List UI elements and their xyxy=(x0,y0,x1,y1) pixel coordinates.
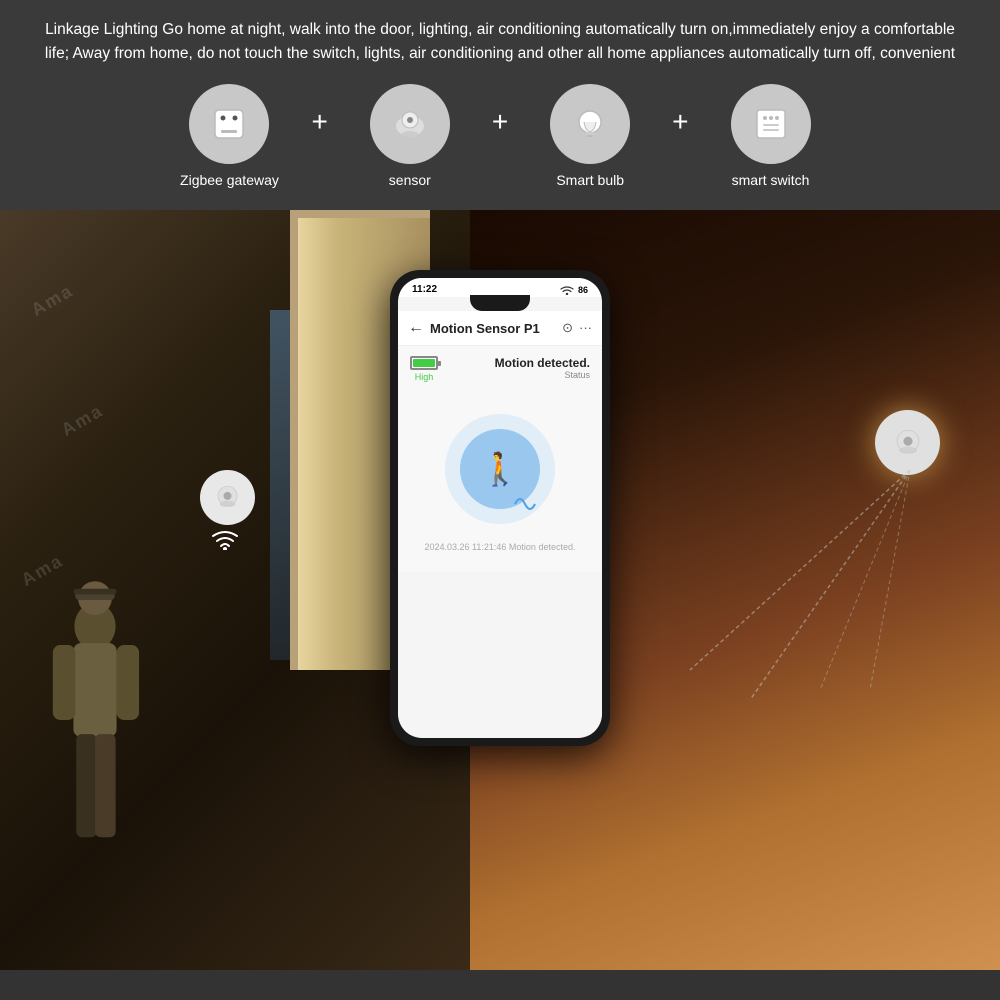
sensor-status-row: High Motion detected. Status xyxy=(410,356,590,382)
zigbee-icon xyxy=(207,102,251,146)
more-icon[interactable]: ··· xyxy=(579,320,592,336)
description-text: Linkage Lighting Go home at night, walk … xyxy=(40,18,960,66)
icons-row: Zigbee gateway + sensor + xyxy=(40,84,960,188)
bottom-section: Ama Ama Ama xyxy=(0,210,1000,970)
plus-3: + xyxy=(672,106,688,138)
phone-time: 11:22 xyxy=(412,284,437,295)
phone-header-icons: ⊙ ··· xyxy=(562,320,592,336)
phone-screen: 11:22 86 ← Motion Sensor P1 xyxy=(398,278,602,738)
bulb-icon-circle xyxy=(550,84,630,164)
battery-tip xyxy=(438,361,441,366)
switch-label: smart switch xyxy=(732,172,810,188)
phone-app-title: Motion Sensor P1 xyxy=(430,321,562,336)
phone-timestamp: 2024.03.26 11:21:46 Motion detected. xyxy=(410,542,590,562)
switch-icon xyxy=(749,102,793,146)
sensor-icon-circle xyxy=(370,84,450,164)
icon-item-switch: smart switch xyxy=(691,84,851,188)
motion-icon-area: 🚶 xyxy=(410,394,590,534)
phone-header: ← Motion Sensor P1 ⊙ ··· xyxy=(398,311,602,346)
battery-fill xyxy=(413,359,435,367)
plus-2: + xyxy=(492,106,508,138)
motion-status: Motion detected. Status xyxy=(495,356,590,380)
person-silhouette xyxy=(30,570,170,890)
settings-icon[interactable]: ⊙ xyxy=(562,320,573,336)
phone-signal: 86 xyxy=(578,285,588,295)
detection-lines xyxy=(670,410,970,710)
battery-bar xyxy=(410,356,438,370)
wifi-signal-icon xyxy=(210,528,240,555)
motion-detected-text: Motion detected. xyxy=(495,356,590,370)
bulb-icon xyxy=(568,102,612,146)
icon-item-zigbee: Zigbee gateway xyxy=(149,84,309,188)
battery-indicator: High xyxy=(410,356,438,382)
plus-1: + xyxy=(311,106,327,138)
switch-icon-circle xyxy=(731,84,811,164)
zigbee-icon-circle xyxy=(189,84,269,164)
sensor-icon xyxy=(388,102,432,146)
icon-item-sensor: sensor xyxy=(330,84,490,188)
wifi-status-icon xyxy=(560,285,574,295)
motion-person-icon: 🚶 xyxy=(480,450,520,488)
bulb-label: Smart bulb xyxy=(556,172,624,188)
zigbee-label: Zigbee gateway xyxy=(180,172,279,188)
floating-sensor xyxy=(200,470,255,525)
phone-content: High Motion detected. Status 🚶 xyxy=(398,346,602,572)
status-sublabel: Status xyxy=(495,370,590,380)
phone-container: 11:22 86 ← Motion Sensor P1 xyxy=(390,270,610,746)
top-section: Linkage Lighting Go home at night, walk … xyxy=(0,0,1000,210)
icon-item-bulb: Smart bulb xyxy=(510,84,670,188)
battery-label: High xyxy=(415,372,434,382)
phone-outer: 11:22 86 ← Motion Sensor P1 xyxy=(390,270,610,746)
back-arrow-icon[interactable]: ← xyxy=(408,319,424,337)
sensor-label: sensor xyxy=(389,172,431,188)
wave-icon xyxy=(510,484,540,514)
watermark-left-2: Ama xyxy=(58,400,107,441)
watermark-left-1: Ama xyxy=(28,280,77,321)
phone-notch xyxy=(470,295,530,311)
